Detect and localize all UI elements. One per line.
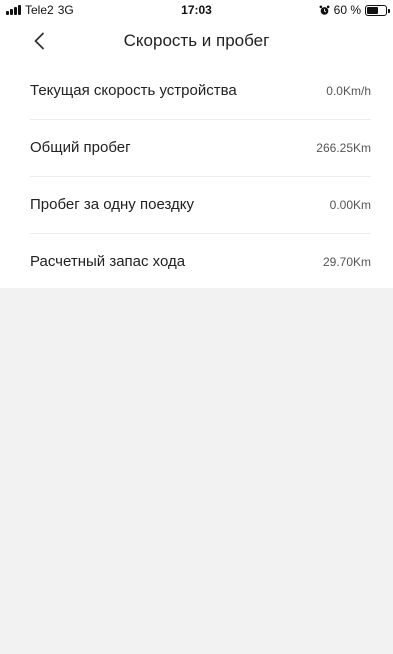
carrier-name: Tele2	[25, 3, 54, 17]
back-button[interactable]	[26, 28, 52, 54]
page-title: Скорость и пробег	[123, 31, 270, 50]
status-left: Tele2 3G	[6, 3, 74, 17]
network-type: 3G	[57, 3, 74, 17]
row-label: Текущая скорость устройства	[30, 82, 237, 99]
row-value: 266.25Km	[316, 140, 371, 155]
status-bar: Tele2 3G 17:03 60 %	[0, 0, 393, 20]
row-label: Пробег за одну поездку	[30, 196, 194, 213]
row-total-mileage: Общий пробег 266.25Km	[0, 119, 393, 176]
row-label: Общий пробег	[30, 139, 131, 156]
app-screen: Tele2 3G 17:03 60 % Скорость и пробег Те…	[0, 0, 393, 654]
chevron-left-icon	[34, 32, 44, 50]
nav-header: Скорость и пробег	[0, 20, 393, 62]
row-label: Расчетный запас хода	[30, 253, 186, 270]
row-current-speed: Текущая скорость устройства 0.0Km/h	[0, 62, 393, 119]
battery-fill	[367, 6, 378, 14]
row-value: 0.0Km/h	[326, 83, 371, 98]
row-value: 0.00Km	[329, 197, 371, 212]
row-value: 29.70Km	[322, 254, 371, 269]
status-right: 60 %	[319, 3, 390, 17]
stats-list: Текущая скорость устройства 0.0Km/h Общи…	[0, 62, 393, 288]
row-trip-mileage: Пробег за одну поездку 0.00Km	[0, 176, 393, 233]
battery-icon	[365, 4, 390, 16]
alarm-icon	[319, 5, 330, 15]
row-estimated-range: Расчетный запас хода 29.70Km	[0, 233, 393, 290]
signal-icon	[6, 5, 21, 15]
battery-percent: 60 %	[333, 3, 361, 17]
